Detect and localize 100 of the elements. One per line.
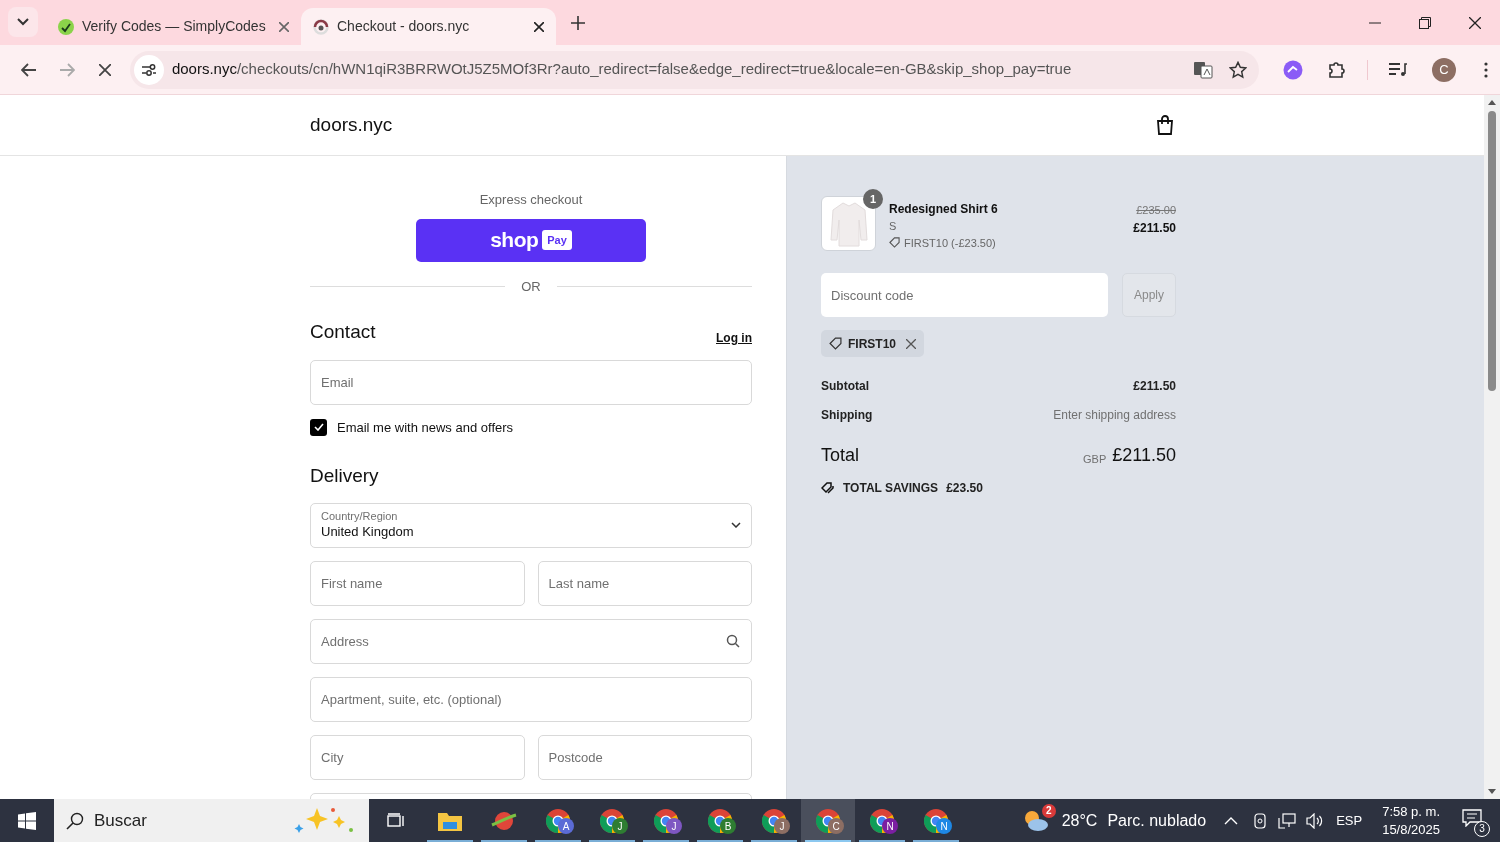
- close-icon[interactable]: [534, 21, 544, 32]
- tags-icon: [821, 481, 835, 495]
- product-discount: FIRST10 (-£23.50): [904, 235, 996, 251]
- scrollbar[interactable]: [1484, 95, 1500, 799]
- more-options-icon[interactable]: [1484, 61, 1488, 78]
- checkmark-icon: [313, 423, 324, 432]
- profile-badge: J: [774, 818, 790, 834]
- forward-arrow-icon: [58, 62, 75, 77]
- product-price: £211.50: [1133, 219, 1176, 237]
- profile-badge: J: [612, 818, 628, 834]
- language-indicator[interactable]: ESP: [1336, 810, 1363, 831]
- address-bar[interactable]: doors.nyc/checkouts/cn/hWN1qiR3BRRWOtJ5Z5MOf3Rr?auto_redirect=false&edge_redirect=true&locale=en-GB&skip_shop_pay=true: [129, 50, 1260, 89]
- country-select[interactable]: Country/Region United Kingdom: [310, 502, 752, 548]
- loading-spinner-icon: [313, 18, 329, 35]
- notification-count: 3: [1474, 820, 1490, 837]
- windows-logo-icon: [18, 811, 36, 830]
- input-field[interactable]: Email: [310, 359, 752, 405]
- star-icon[interactable]: [1229, 60, 1248, 79]
- puzzle-icon[interactable]: [1327, 59, 1347, 80]
- input-field[interactable]: Postcode: [537, 734, 752, 780]
- product-name: Redesigned Shirt 6: [889, 201, 999, 218]
- taskbar-app[interactable]: N: [909, 799, 963, 842]
- taskbar-app[interactable]: J: [639, 799, 693, 842]
- tag-icon: [829, 337, 842, 350]
- search-icon: [726, 633, 740, 648]
- camera-icon[interactable]: [1252, 812, 1269, 829]
- chevron-down-icon: [731, 522, 741, 528]
- close-icon: [98, 63, 111, 76]
- tab-title: Checkout - doors.nyc: [337, 17, 471, 36]
- total-label: Total: [821, 444, 860, 467]
- taskbar-app[interactable]: A: [531, 799, 585, 842]
- summary-value: £211.50: [1133, 378, 1176, 395]
- weather-description: Parc. nublado: [1107, 810, 1207, 831]
- translate-icon[interactable]: [1193, 59, 1214, 80]
- shirt-drawing: [829, 200, 868, 247]
- summary-value: Enter shipping address: [1053, 407, 1176, 424]
- tab-search-button[interactable]: [8, 7, 38, 37]
- original-price: £235.00: [1136, 203, 1176, 218]
- extension-icon[interactable]: [1283, 59, 1304, 80]
- profile-badge: J: [666, 818, 682, 834]
- taskbar-app[interactable]: J: [747, 799, 801, 842]
- address-search-field[interactable]: Address: [310, 618, 752, 664]
- discount-tag: FIRST10: [821, 330, 924, 357]
- savings-amount: £23.50: [946, 480, 983, 497]
- discount-code-field[interactable]: Discount code: [821, 273, 1108, 317]
- browser-tab[interactable]: Verify Codes — SimplyCodes: [46, 8, 301, 45]
- checkbox-label: Email me with news and offers: [337, 418, 514, 437]
- currency-code: GBP: [1083, 451, 1107, 467]
- chevron-up-icon[interactable]: [1224, 816, 1239, 825]
- login-link[interactable]: Log in: [716, 328, 752, 347]
- quantity-badge: 1: [863, 189, 883, 209]
- clock-date[interactable]: 15/8/2025: [1382, 820, 1440, 839]
- input-field[interactable]: First name: [310, 560, 525, 606]
- taskbar-search-field[interactable]: Buscar: [54, 799, 369, 842]
- scrollbar-thumb[interactable]: [1488, 111, 1496, 391]
- profile-avatar[interactable]: C: [1432, 57, 1456, 82]
- profile-badge: N: [882, 818, 898, 834]
- taskbar-app[interactable]: J: [585, 799, 639, 842]
- speaker-icon[interactable]: [1306, 812, 1325, 829]
- tag-icon: [889, 237, 900, 249]
- plus-icon: [571, 16, 585, 30]
- summary-label: Shipping: [821, 407, 873, 424]
- shopping-bag-icon[interactable]: [1156, 115, 1174, 135]
- back-arrow-icon: [21, 62, 37, 77]
- profile-badge: B: [720, 818, 736, 834]
- taskbar-app[interactable]: N: [855, 799, 909, 842]
- input-field[interactable]: City: [310, 734, 525, 780]
- scroll-up-icon[interactable]: [1488, 99, 1496, 105]
- chevron-down-icon: [17, 18, 29, 26]
- restore-icon: [1419, 16, 1431, 29]
- site-settings-icon: [140, 62, 157, 77]
- close-icon: [1469, 16, 1481, 29]
- url-text: doors.nyc/checkouts/cn/hWN1qiR3BRRWOtJ5Z5MOf3Rr?auto_redirect=false&edge_redirect=true&locale=en-GB&skip_shop_pay=true: [171, 59, 1072, 80]
- tab-title: Verify Codes — SimplyCodes: [82, 17, 267, 36]
- shop-pay-button[interactable]: shop Pay: [416, 218, 646, 262]
- product-variant: S: [889, 219, 898, 234]
- input-field[interactable]: Last name: [537, 560, 752, 606]
- profile-badge: C: [828, 818, 844, 834]
- browser-tab[interactable]: Checkout - doors.nyc: [301, 8, 556, 45]
- scroll-down-icon[interactable]: [1488, 789, 1496, 795]
- taskbar-app[interactable]: C: [801, 799, 855, 842]
- total-amount: £211.50: [1112, 444, 1176, 467]
- section-heading: Delivery: [310, 464, 380, 488]
- input-field[interactable]: Apartment, suite, etc. (optional): [310, 676, 752, 722]
- temperature: 28°C: [1061, 810, 1098, 831]
- profile-badge: N: [936, 818, 952, 834]
- remove-icon[interactable]: [906, 338, 916, 349]
- or-divider-label: OR: [521, 277, 541, 296]
- media-controls-icon[interactable]: [1388, 61, 1408, 78]
- store-name[interactable]: doors.nyc: [310, 110, 393, 140]
- newsletter-checkbox[interactable]: [310, 418, 327, 436]
- summary-label: Subtotal: [821, 378, 869, 395]
- clock-time[interactable]: 7:58 p. m.: [1382, 802, 1440, 821]
- express-checkout-label: Express checkout: [479, 191, 583, 209]
- profile-badge: A: [558, 818, 574, 834]
- search-icon: [66, 811, 84, 830]
- minimize-icon: [1369, 21, 1381, 24]
- task-view-icon: [387, 812, 405, 829]
- taskbar-app[interactable]: B: [693, 799, 747, 842]
- network-icon[interactable]: [1278, 812, 1297, 829]
